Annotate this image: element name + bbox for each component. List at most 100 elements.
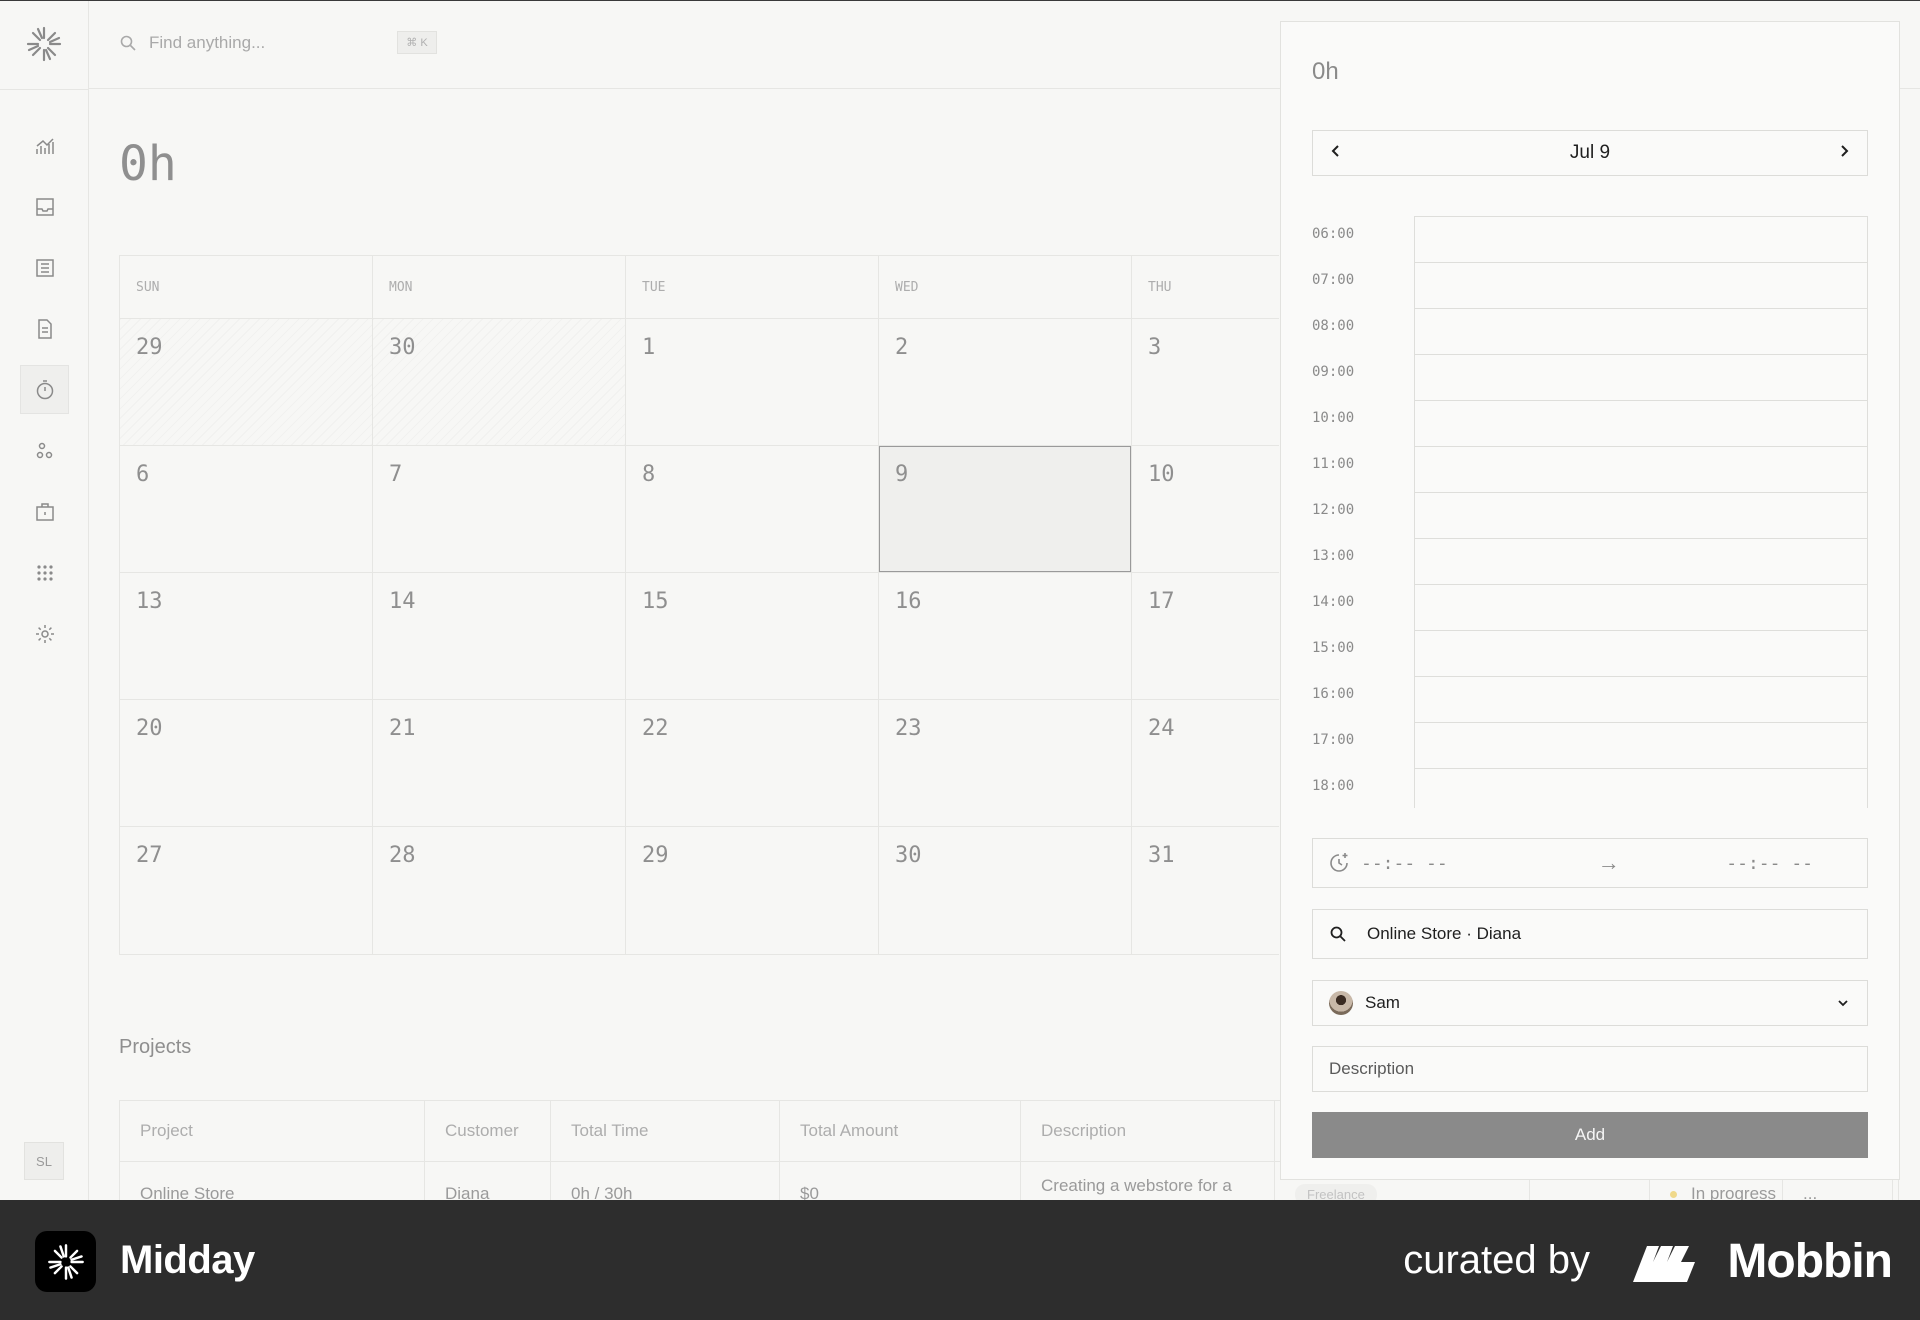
sidebar-item-transactions[interactable]	[20, 243, 69, 292]
calendar-day[interactable]: 8	[626, 446, 879, 572]
date-navigator: Jul 9	[1312, 130, 1868, 176]
inbox-icon	[35, 197, 54, 216]
date-label: Jul 9	[1569, 142, 1611, 163]
hour-row[interactable]: 13:00	[1312, 538, 1868, 584]
start-time[interactable]: --:-- --	[1361, 853, 1448, 874]
hour-row[interactable]: 18:00	[1312, 768, 1868, 808]
panel-total: 0h	[1312, 58, 1339, 85]
calendar-day[interactable]: 27	[120, 827, 373, 954]
col-project[interactable]: Project	[120, 1101, 425, 1161]
sidebar-item-inbox[interactable]	[20, 182, 69, 231]
calendar-day[interactable]: 2	[879, 319, 1132, 445]
col-total-amount[interactable]: Total Amount	[780, 1101, 1021, 1161]
list-icon	[35, 258, 54, 277]
hour-row[interactable]: 15:00	[1312, 630, 1868, 676]
calendar-week: 13 14 15 16 17	[120, 573, 1402, 700]
weekday-wed: WED	[879, 256, 1132, 318]
calendar-day[interactable]: 1	[626, 319, 879, 445]
clock-plus-icon	[1330, 853, 1348, 872]
sidebar-item-invoices[interactable]	[20, 304, 69, 353]
cell-project: Online Store	[120, 1162, 425, 1200]
calendar-day[interactable]: 14	[373, 573, 626, 699]
brand-name: Midday	[120, 1238, 255, 1282]
day-timeline[interactable]: 06:00 07:00 08:00 09:00 10:00 11:00 12:0…	[1312, 216, 1868, 808]
hour-row[interactable]: 14:00	[1312, 584, 1868, 630]
tracker-total: 0h	[119, 136, 177, 192]
hour-row[interactable]: 16:00	[1312, 676, 1868, 722]
chevron-right-icon	[1841, 144, 1849, 157]
tag-chip: Freelance	[1295, 1184, 1377, 1200]
app-window: SL Find anything... ⌘ K 0h SUN MON TUE W…	[0, 0, 1920, 1200]
calendar-week: 27 28 29 30 31	[120, 827, 1402, 954]
cell-total-time: 0h / 30h	[551, 1162, 780, 1200]
calendar-day[interactable]: 13	[120, 573, 373, 699]
document-icon	[37, 318, 52, 339]
col-customer[interactable]: Customer	[425, 1101, 551, 1161]
calendar-week: 20 21 22 23 24	[120, 700, 1402, 827]
midday-logo-icon[interactable]	[26, 26, 62, 62]
project-selector[interactable]: Online Store · Diana	[1312, 909, 1868, 959]
user-avatar[interactable]: SL	[24, 1142, 64, 1180]
hour-row[interactable]: 09:00	[1312, 354, 1868, 400]
col-total-time[interactable]: Total Time	[551, 1101, 780, 1161]
time-entry-panel: 0h Jul 9 06:00 07:00 08:00 09:00 10:00 1…	[1280, 21, 1900, 1180]
calendar-day[interactable]: 29	[120, 319, 373, 445]
search-bar[interactable]: Find anything...	[119, 33, 265, 53]
calendar-week: 29 30 1 2 3	[120, 319, 1402, 446]
calendar-day[interactable]: 21	[373, 700, 626, 826]
project-value: Online Store · Diana	[1367, 924, 1522, 943]
calendar-day[interactable]: 6	[120, 446, 373, 572]
description-input[interactable]: Description	[1312, 1046, 1868, 1092]
cell-total-amount: $0	[780, 1162, 1021, 1200]
calendar-day[interactable]: 16	[879, 573, 1132, 699]
search-icon	[120, 35, 136, 51]
calendar-day[interactable]: 15	[626, 573, 879, 699]
cell-customer: Diana	[425, 1162, 551, 1200]
end-time[interactable]: --:-- --	[1726, 853, 1813, 874]
calendar-day[interactable]: 23	[879, 700, 1132, 826]
hour-row[interactable]: 07:00	[1312, 262, 1868, 308]
calendar-day[interactable]: 28	[373, 827, 626, 954]
hour-row[interactable]: 10:00	[1312, 400, 1868, 446]
add-button[interactable]: Add	[1312, 1112, 1868, 1158]
calendar-day[interactable]: 7	[373, 446, 626, 572]
curated-by-label: curated by	[1403, 1238, 1590, 1282]
footer-banner: Midday curated by Mobbin	[0, 1200, 1920, 1320]
grid-icon	[36, 564, 53, 581]
sidebar-item-tracker[interactable]	[20, 365, 69, 414]
prev-day-button[interactable]	[1327, 142, 1345, 165]
search-shortcut-badge: ⌘ K	[397, 31, 437, 54]
status-dot-icon	[1670, 1191, 1677, 1199]
search-placeholder: Find anything...	[149, 33, 266, 52]
month-calendar: SUN MON TUE WED THU 29 30 1 2 3 6 7 8 9 …	[119, 255, 1402, 955]
calendar-day-selected[interactable]: 9	[879, 446, 1132, 572]
next-day-button[interactable]	[1835, 142, 1853, 165]
sidebar-item-settings[interactable]	[20, 609, 69, 658]
hour-row[interactable]: 06:00	[1312, 216, 1868, 262]
hour-row[interactable]: 08:00	[1312, 308, 1868, 354]
weekday-header: SUN MON TUE WED THU	[120, 256, 1402, 319]
sidebar-item-vault[interactable]	[20, 487, 69, 536]
calendar-day[interactable]: 20	[120, 700, 373, 826]
calendar-day[interactable]: 30	[879, 827, 1132, 954]
assignee-avatar	[1329, 991, 1353, 1015]
calendar-day[interactable]: 29	[626, 827, 879, 954]
chevron-left-icon	[1331, 144, 1339, 157]
hour-row[interactable]: 17:00	[1312, 722, 1868, 768]
assignee-select[interactable]: Sam	[1312, 980, 1868, 1026]
calendar-day[interactable]: 22	[626, 700, 879, 826]
sidebar-item-apps[interactable]	[20, 548, 69, 597]
sidebar-item-customers[interactable]	[20, 426, 69, 475]
sidebar: SL	[0, 1, 89, 1200]
sidebar-item-overview[interactable]	[20, 121, 69, 170]
cell-description: Creating a webstore for a	[1021, 1162, 1275, 1200]
col-description[interactable]: Description	[1021, 1101, 1275, 1161]
hour-row[interactable]: 11:00	[1312, 446, 1868, 492]
hour-row[interactable]: 12:00	[1312, 492, 1868, 538]
weekday-tue: TUE	[626, 256, 879, 318]
timer-icon	[36, 379, 53, 399]
gear-icon	[35, 624, 54, 643]
calendar-day[interactable]: 30	[373, 319, 626, 445]
assignee-name: Sam	[1365, 993, 1400, 1012]
time-range-input[interactable]: --:-- -- → --:-- --	[1312, 838, 1868, 888]
